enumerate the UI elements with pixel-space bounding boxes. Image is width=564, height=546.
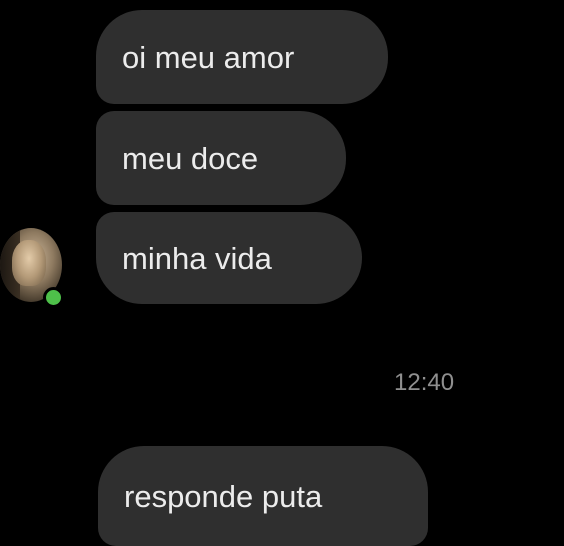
message-text: oi meu amor [122, 39, 295, 75]
message-bubble[interactable]: responde puta [98, 446, 428, 546]
received-message-bubble[interactable]: oi meu amor [96, 10, 388, 104]
message-text: minha vida [122, 240, 272, 276]
message-timestamp: 12:40 [394, 369, 455, 396]
received-message-bubble[interactable]: minha vida [96, 212, 362, 304]
online-status-icon [43, 287, 64, 308]
avatar-face [12, 240, 46, 286]
chat-thread: oi meu amor meu doce minha vida 12:40 re… [0, 0, 564, 546]
received-message-bubble[interactable]: meu doce [96, 111, 346, 205]
message-text: responde puta [124, 478, 323, 514]
message-text: meu doce [122, 140, 259, 176]
